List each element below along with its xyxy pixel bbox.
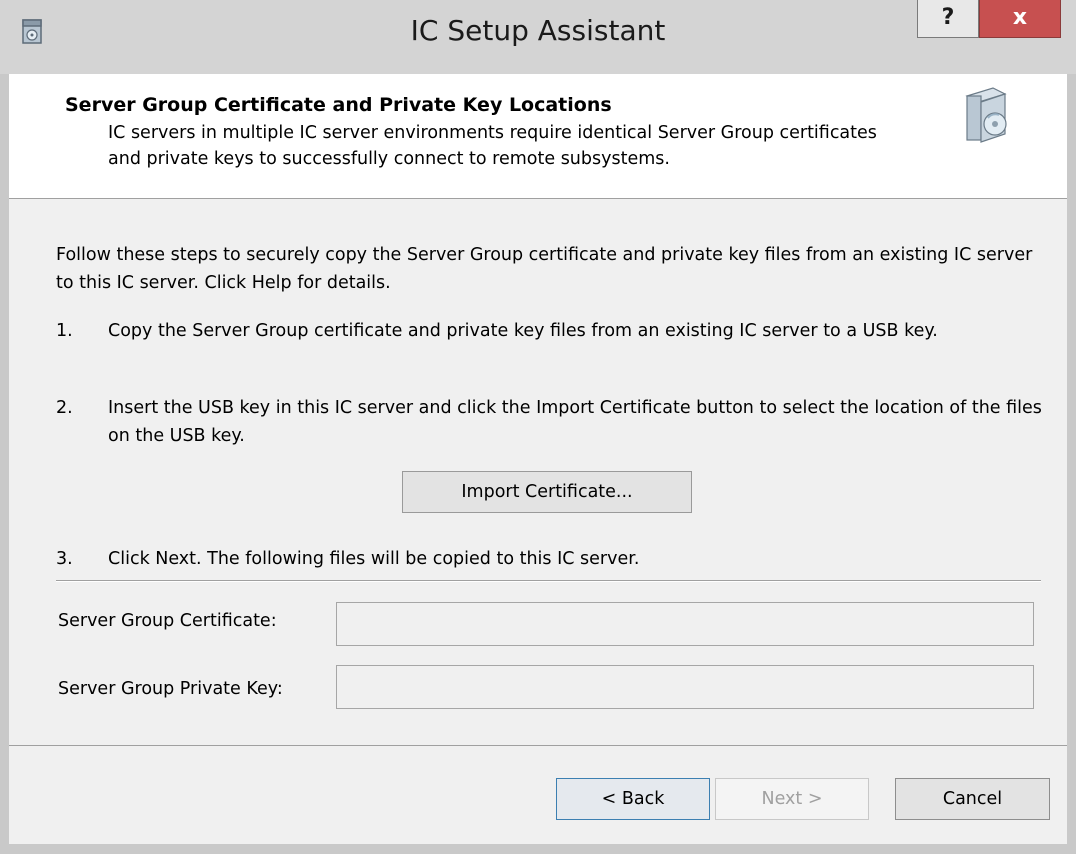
step-1: 1. Copy the Server Group certificate and… <box>56 317 1046 377</box>
page-description: IC servers in multiple IC server environ… <box>108 123 877 169</box>
step-3: 3. Click Next. The following files will … <box>56 545 1046 575</box>
certificate-path-field[interactable] <box>336 602 1034 646</box>
step-2: 2. Insert the USB key in this IC server … <box>56 394 1046 454</box>
step-number: 2. <box>56 398 73 418</box>
divider <box>56 580 1041 582</box>
step-text: Insert the USB key in this IC server and… <box>108 398 1042 446</box>
intro-text: Follow these steps to securely copy the … <box>56 245 1033 293</box>
next-button[interactable]: Next > <box>715 778 869 820</box>
back-button[interactable]: < Back <box>556 778 710 820</box>
step-text: Copy the Server Group certificate and pr… <box>108 321 938 341</box>
title-bar[interactable]: IC Setup Assistant ? x <box>0 0 1076 74</box>
content-panel: Follow these steps to securely copy the … <box>9 199 1067 745</box>
software-box-cd-icon <box>959 84 1011 146</box>
footer-panel: < Back Next > Cancel <box>9 746 1067 844</box>
import-certificate-button[interactable]: Import Certificate... <box>402 471 692 513</box>
step-text: Click Next. The following files will be … <box>108 549 640 569</box>
private-key-label: Server Group Private Key: <box>58 679 283 699</box>
help-button[interactable]: ? <box>917 0 979 38</box>
header-panel: Server Group Certificate and Private Key… <box>9 74 1067 199</box>
setup-assistant-window: IC Setup Assistant ? x Server Group Cert… <box>0 0 1076 854</box>
step-number: 1. <box>56 321 73 341</box>
step-number: 3. <box>56 549 73 569</box>
private-key-path-field[interactable] <box>336 665 1034 709</box>
close-button[interactable]: x <box>979 0 1061 38</box>
certificate-label: Server Group Certificate: <box>58 611 277 631</box>
cancel-button[interactable]: Cancel <box>895 778 1050 820</box>
page-title: Server Group Certificate and Private Key… <box>65 94 612 116</box>
window-title: IC Setup Assistant <box>410 14 666 47</box>
